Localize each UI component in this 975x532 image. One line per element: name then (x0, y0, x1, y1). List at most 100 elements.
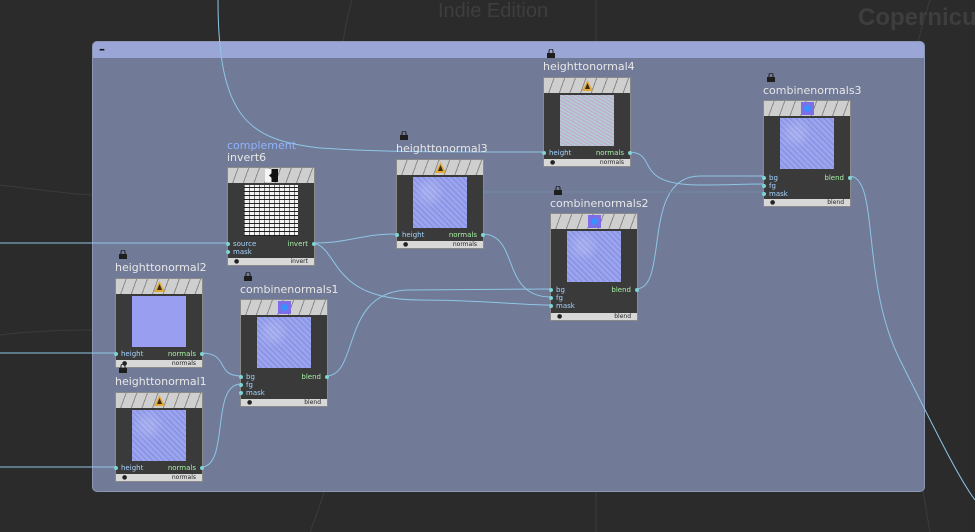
node-name[interactable]: heighttonormal1 (115, 375, 207, 388)
input-port[interactable] (114, 466, 118, 470)
node-heighttonormal3[interactable]: heighttonormal3 height normals ● normals (395, 130, 488, 250)
node-invert6[interactable]: complement invert6 source mask invert ● i… (226, 139, 316, 267)
node-name[interactable]: heighttonormal3 (396, 142, 488, 155)
port-label: mask (246, 389, 265, 397)
node-footer[interactable]: ● normals (116, 474, 202, 481)
display-flag-icon[interactable]: ● (122, 474, 127, 481)
node-name[interactable]: combinenormals3 (763, 84, 862, 97)
node-combinenormals3[interactable]: combinenormals3 bg fg mask blend ● blend (762, 72, 862, 208)
port-label: bg (769, 174, 778, 182)
port-label: source (233, 240, 257, 248)
node-thumbnail (132, 410, 186, 461)
wire (325, 288, 552, 377)
input-port[interactable] (762, 192, 766, 196)
node-header[interactable] (764, 101, 850, 116)
display-flag-icon[interactable]: ● (403, 241, 408, 248)
port-label: normals (448, 231, 477, 239)
port-label: fg (246, 381, 253, 389)
wire (627, 151, 765, 186)
output-port[interactable] (628, 151, 632, 155)
input-port[interactable] (395, 233, 399, 237)
output-port[interactable] (325, 375, 329, 379)
node-thumbnail (780, 118, 834, 169)
input-port[interactable] (762, 176, 766, 180)
node-name[interactable]: heighttonormal2 (115, 261, 207, 274)
output-port[interactable] (481, 233, 485, 237)
heighttonormal-icon (582, 80, 593, 91)
node-thumbnail (244, 185, 298, 236)
port-label: height (402, 231, 425, 239)
node-name[interactable]: combinenormals2 (550, 197, 649, 210)
output-port[interactable] (848, 176, 852, 180)
input-port[interactable] (239, 391, 243, 395)
node-thumbnail (413, 177, 467, 228)
node-combinenormals2[interactable]: combinenormals2 bg fg mask blend ● blend (549, 185, 649, 322)
port-label: blend (301, 373, 321, 381)
output-port[interactable] (635, 288, 639, 292)
node-footer[interactable]: ● invert (228, 258, 314, 265)
output-port[interactable] (312, 242, 316, 246)
node-header[interactable] (116, 279, 202, 294)
node-name[interactable]: invert6 (227, 151, 266, 164)
node-footer[interactable]: ● blend (241, 399, 327, 406)
display-flag-icon[interactable]: ● (247, 399, 252, 406)
footer-label: blend (304, 399, 321, 406)
node-header[interactable] (544, 78, 630, 93)
input-port[interactable] (226, 242, 230, 246)
port-label: blend (611, 286, 631, 294)
input-port[interactable] (239, 383, 243, 387)
input-port[interactable] (239, 375, 243, 379)
display-flag-icon[interactable]: ● (550, 159, 555, 166)
input-port[interactable] (549, 288, 553, 292)
input-port[interactable] (549, 304, 553, 308)
node-thumbnail (257, 317, 311, 368)
node-name[interactable]: combinenormals1 (240, 283, 339, 296)
node-header[interactable] (116, 393, 202, 408)
port-label: fg (556, 294, 563, 302)
display-flag-icon[interactable]: ● (557, 313, 562, 320)
port-label: normals (595, 149, 624, 157)
input-port[interactable] (226, 250, 230, 254)
wire (635, 175, 764, 290)
heighttonormal-icon (435, 162, 446, 173)
node-name[interactable]: heighttonormal4 (543, 60, 635, 73)
display-flag-icon[interactable]: ● (770, 199, 775, 206)
input-port[interactable] (762, 184, 766, 188)
node-header[interactable] (228, 168, 314, 183)
port-label: height (121, 464, 144, 472)
node-heighttonormal1[interactable]: heighttonormal1 height normals ● normals (114, 363, 207, 483)
port-label: normals (167, 350, 196, 358)
combinenormals-icon (278, 301, 291, 314)
node-combinenormals1[interactable]: combinenormals1 bg fg mask blend ● blend (239, 271, 339, 408)
display-flag-icon[interactable]: ● (234, 258, 239, 265)
combinenormals-icon (801, 102, 814, 115)
port-label: height (549, 149, 572, 157)
node-header[interactable] (551, 214, 637, 229)
input-port[interactable] (542, 151, 546, 155)
node-thumbnail (567, 231, 621, 282)
port-label: mask (233, 248, 252, 256)
wire (200, 383, 242, 468)
node-footer[interactable]: ● normals (397, 241, 483, 248)
node-footer[interactable]: ● blend (764, 199, 850, 206)
node-heighttonormal2[interactable]: heighttonormal2 height normals ● normals (114, 249, 207, 369)
wire (200, 352, 242, 377)
node-heighttonormal4[interactable]: heighttonormal4 height normals ● normals (542, 48, 635, 168)
footer-label: invert (290, 258, 308, 265)
port-label: fg (769, 182, 776, 190)
lock-icon (546, 49, 556, 58)
node-header[interactable] (397, 160, 483, 175)
footer-label: normals (599, 159, 624, 166)
node-thumbnail (560, 95, 614, 146)
input-port[interactable] (549, 296, 553, 300)
node-footer[interactable]: ● blend (551, 313, 637, 320)
node-footer[interactable]: ● normals (544, 159, 630, 166)
output-port[interactable] (200, 352, 204, 356)
output-port[interactable] (200, 466, 204, 470)
port-label: bg (246, 373, 255, 381)
input-port[interactable] (114, 352, 118, 356)
lock-icon (118, 250, 128, 259)
heighttonormal-icon (154, 281, 165, 292)
node-header[interactable] (241, 300, 327, 315)
lock-icon (553, 186, 563, 195)
